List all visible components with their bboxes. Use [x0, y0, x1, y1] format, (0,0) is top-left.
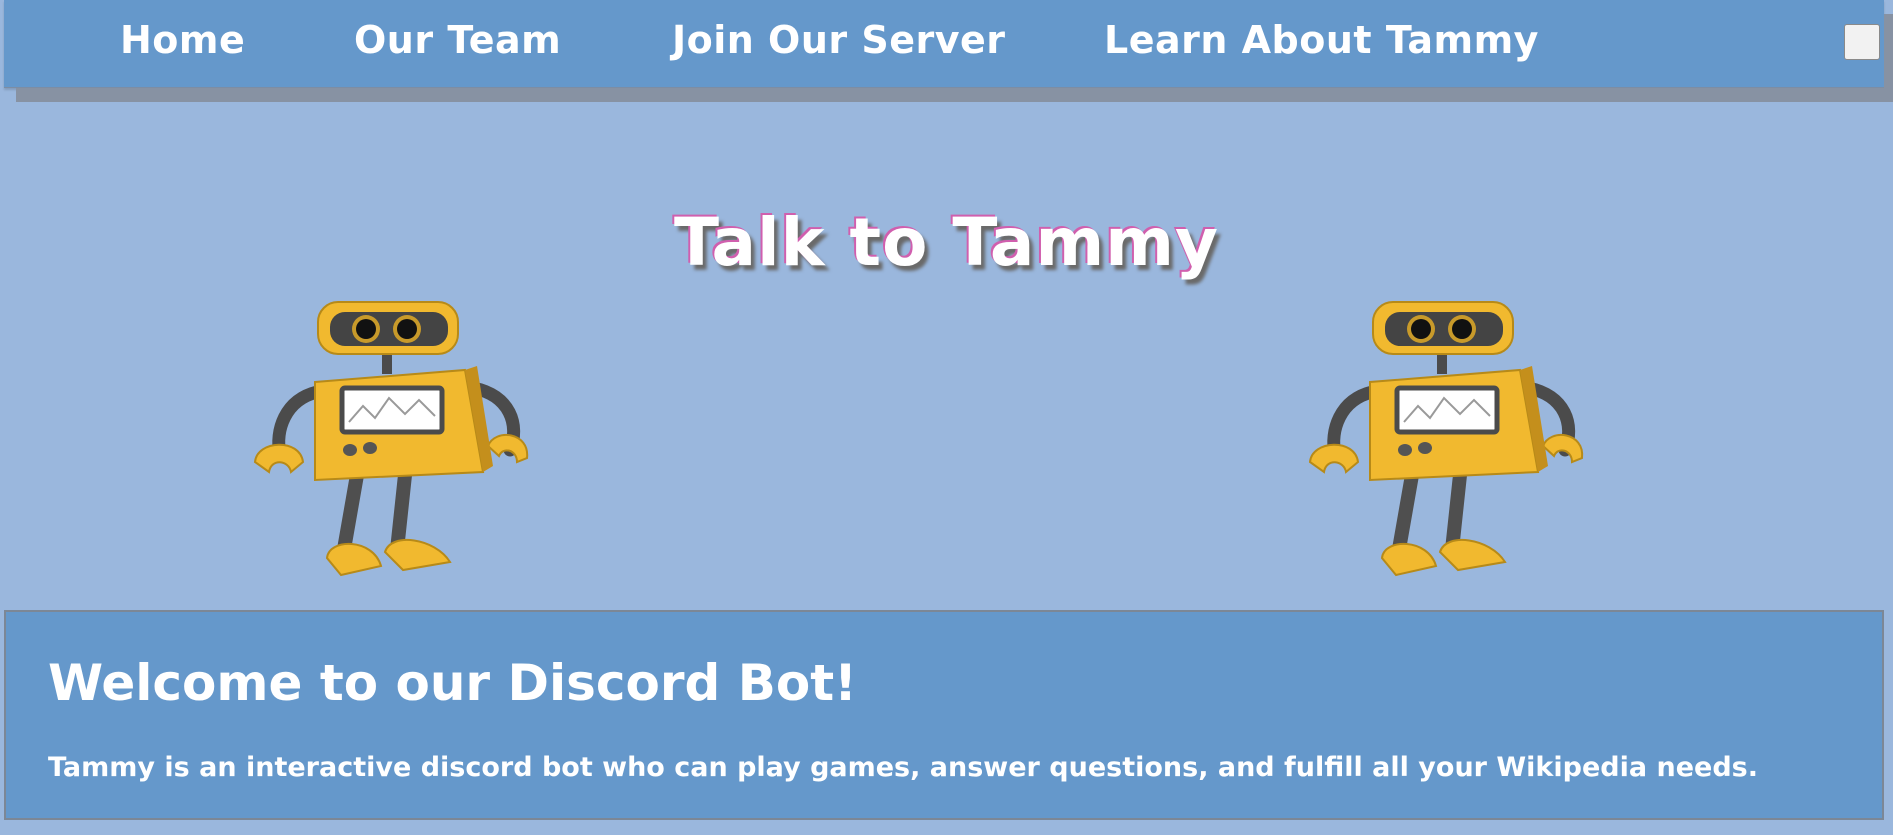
- page-title: Talk to Tammy: [673, 204, 1220, 282]
- top-navigation-bar: Home Our Team Join Our Server Learn Abou…: [4, 0, 1884, 88]
- nav-link-our-team[interactable]: Our Team: [354, 18, 561, 62]
- nav-link-home[interactable]: Home: [120, 18, 245, 62]
- robot-image-left: [253, 301, 529, 577]
- nav-link-join-our-server[interactable]: Join Our Server: [672, 18, 1006, 62]
- welcome-panel: Welcome to our Discord Bot! Tammy is an …: [4, 610, 1884, 820]
- welcome-heading: Welcome to our Discord Bot!: [48, 654, 857, 712]
- robot-image-right: [1308, 301, 1584, 577]
- welcome-description: Tammy is an interactive discord bot who …: [48, 752, 1758, 783]
- nav-link-learn-about-tammy[interactable]: Learn About Tammy: [1104, 18, 1539, 62]
- robot-illustration: [253, 301, 529, 577]
- menu-toggle-checkbox[interactable]: [1844, 24, 1880, 60]
- robot-illustration: [1308, 301, 1584, 577]
